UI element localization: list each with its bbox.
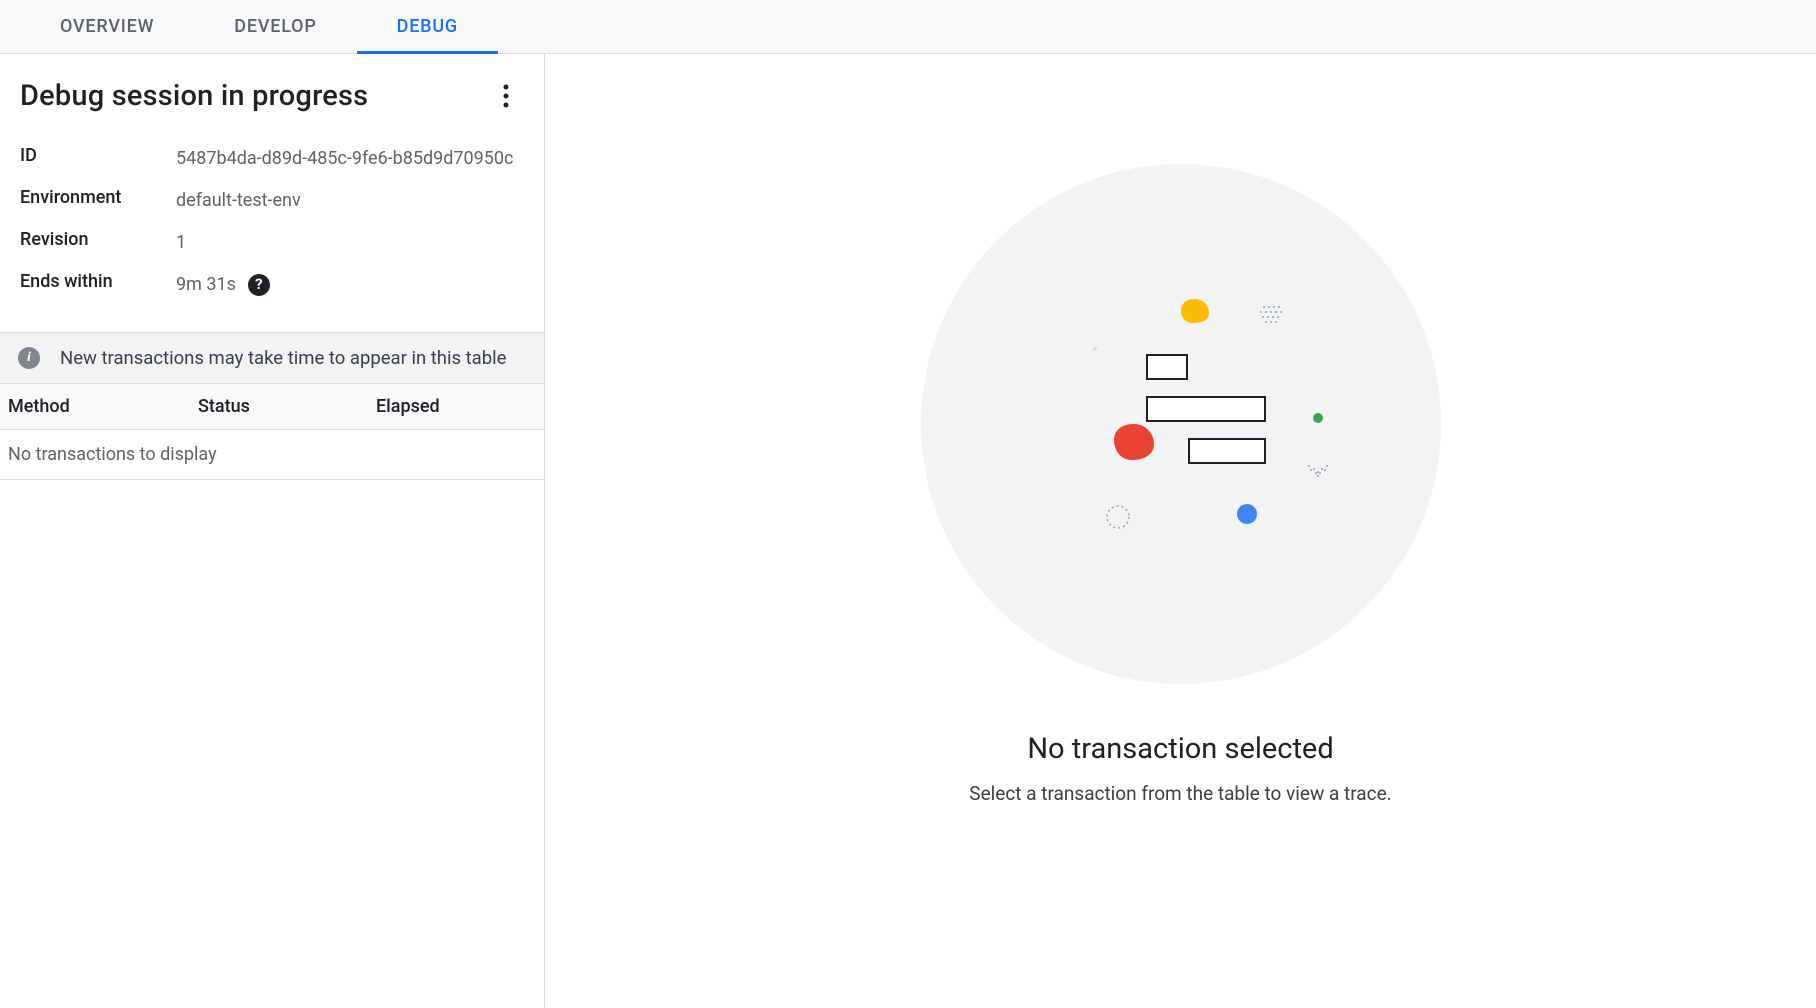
blue-dot-icon (1237, 504, 1257, 524)
col-header-method: Method (8, 396, 198, 417)
more-vert-icon (503, 84, 509, 108)
session-header: Debug session in progress ID 5487b4da-d8… (0, 54, 544, 332)
wireframe-box-icon (1146, 396, 1266, 422)
session-title: Debug session in progress (20, 79, 368, 113)
value-id: 5487b4da-d89d-485c-9fe6-b85d9d70950c (176, 145, 524, 173)
row-ends-within: Ends within 9m 31s ? (20, 264, 524, 306)
empty-state-subtitle: Select a transaction from the table to v… (969, 782, 1391, 805)
wireframe-box-icon (1188, 438, 1266, 464)
dotted-circle-icon (1105, 504, 1131, 530)
green-dot-icon (1313, 413, 1323, 423)
empty-state-illustration (921, 164, 1441, 684)
label-id: ID (20, 145, 176, 166)
row-id: ID 5487b4da-d89d-485c-9fe6-b85d9d70950c (20, 138, 524, 180)
value-ends-within: 9m 31s (176, 271, 236, 299)
faint-dot-icon (1093, 347, 1097, 351)
label-environment: Environment (20, 187, 176, 208)
row-environment: Environment default-test-env (20, 180, 524, 222)
tab-bar: OVERVIEW DEVELOP DEBUG (0, 0, 1816, 54)
wireframe-box-icon (1146, 354, 1188, 380)
transactions-empty-row: No transactions to display (0, 430, 544, 480)
transactions-table-header: Method Status Elapsed (0, 384, 544, 430)
yellow-blob-icon (1181, 299, 1209, 323)
label-revision: Revision (20, 229, 176, 250)
tab-develop[interactable]: DEVELOP (194, 0, 356, 53)
chevron-dots-icon (1307, 464, 1329, 478)
col-header-status: Status (198, 396, 376, 417)
dot-grid-icon (1259, 304, 1285, 324)
tab-overview[interactable]: OVERVIEW (20, 0, 194, 53)
empty-state-title: No transaction selected (1027, 732, 1333, 766)
row-revision: Revision 1 (20, 222, 524, 264)
label-ends-within: Ends within (20, 271, 176, 292)
info-banner-text: New transactions may take time to appear… (60, 347, 506, 369)
value-revision: 1 (176, 229, 524, 257)
col-header-elapsed: Elapsed (376, 396, 536, 417)
more-actions-button[interactable] (488, 78, 524, 114)
value-environment: default-test-env (176, 187, 524, 215)
tab-debug[interactable]: DEBUG (357, 0, 498, 53)
right-pane: No transaction selected Select a transac… (545, 54, 1816, 1008)
help-icon[interactable]: ? (248, 274, 270, 296)
red-blob-icon (1114, 424, 1154, 460)
left-pane: Debug session in progress ID 5487b4da-d8… (0, 54, 545, 1008)
info-banner: i New transactions may take time to appe… (0, 332, 544, 384)
info-icon: i (18, 347, 40, 369)
